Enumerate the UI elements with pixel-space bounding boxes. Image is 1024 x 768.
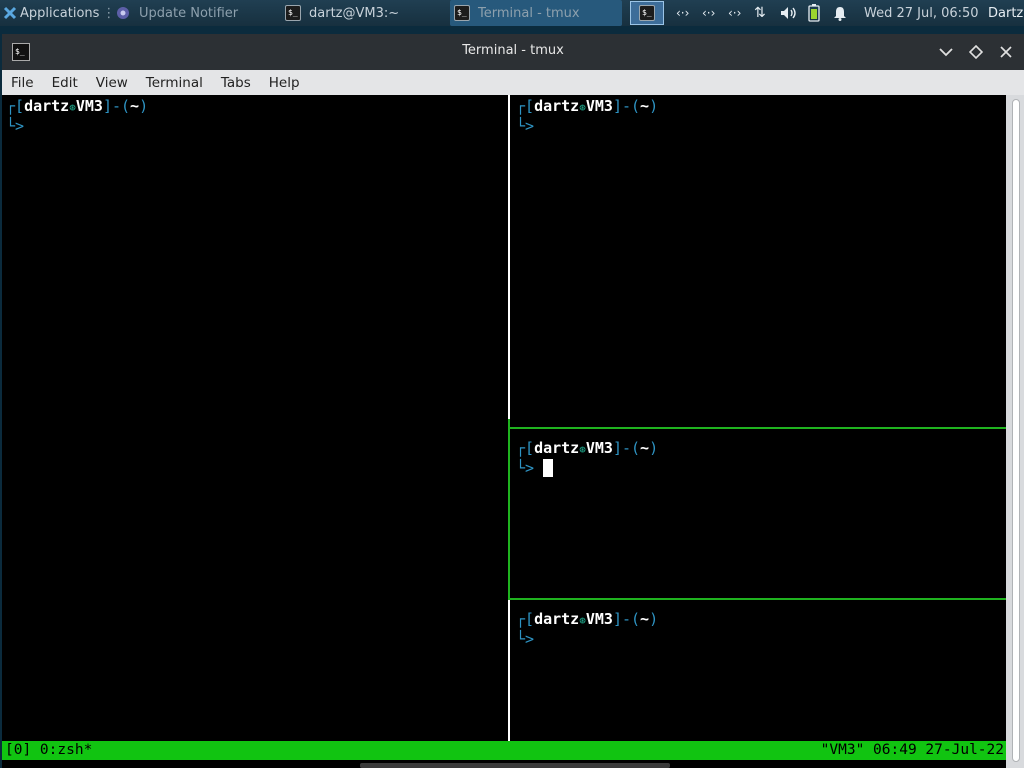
menu-terminal[interactable]: Terminal: [137, 75, 212, 91]
pane-divider-vertical[interactable]: [508, 600, 510, 741]
shell-prompt: ┌[dartz⊛VM3]-(~) └>: [516, 610, 659, 648]
clock[interactable]: Wed 27 Jul, 06:50: [864, 0, 980, 26]
network-icon[interactable]: ‹·›: [728, 0, 748, 26]
task-label: Update Notifier: [139, 5, 239, 21]
tmux-pane-middle-right-active[interactable]: ┌[dartz⊛VM3]-(~) └>: [512, 437, 1006, 597]
update-notifier-icon: [117, 7, 129, 19]
vertical-scrollbar[interactable]: [1006, 95, 1024, 768]
applications-overflow: ⋮: [102, 5, 111, 21]
clock-label: Wed 27 Jul, 06:50: [864, 5, 979, 21]
menu-help[interactable]: Help: [260, 75, 309, 91]
applications-label: Applications: [20, 5, 100, 21]
user-menu[interactable]: Dartz: [988, 0, 1024, 26]
task-update-notifier[interactable]: Update Notifier: [113, 0, 270, 26]
active-pane-border-top[interactable]: [510, 427, 1006, 429]
terminal-window: $_ Terminal - tmux File Edit View Termin…: [2, 34, 1024, 768]
text-cursor: [543, 459, 554, 477]
menu-bar: File Edit View Terminal Tabs Help: [2, 70, 1024, 95]
resize-handle[interactable]: [360, 763, 670, 768]
window-titlebar[interactable]: $_ Terminal - tmux: [2, 34, 1024, 70]
close-button[interactable]: [994, 40, 1018, 64]
minimize-button[interactable]: [934, 40, 958, 64]
applications-menu[interactable]: Applications ⋮: [3, 0, 111, 26]
task-terminal-tmux[interactable]: $_ Terminal - tmux: [450, 0, 622, 26]
terminal-icon: $_: [285, 5, 301, 21]
volume-icon[interactable]: [780, 0, 800, 26]
chevron-down-icon: [939, 48, 953, 57]
terminal-area[interactable]: ┌[dartz⊛VM3]-(~) └> ┌[dartz⊛VM3]-(~) └> …: [2, 95, 1006, 768]
shell-prompt: ┌[dartz⊛VM3]-(~) └>: [516, 97, 659, 135]
active-pane-border-bottom[interactable]: [510, 598, 1006, 600]
tmux-status-bar: [0] 0:zsh* "VM3" 06:49 27-Jul-22: [2, 741, 1006, 760]
task-dartz-terminal[interactable]: $_ dartz@VM3:~: [282, 0, 442, 26]
terminal-icon: $_: [454, 5, 470, 21]
maximize-button[interactable]: [964, 40, 988, 64]
user-label: Dartz: [988, 5, 1024, 21]
window-title: Terminal - tmux: [462, 43, 564, 58]
shell-prompt: ┌[dartz⊛VM3]-(~) └>: [6, 97, 149, 135]
task-label: dartz@VM3:~: [309, 5, 400, 21]
network-icon[interactable]: ‹·›: [676, 0, 696, 26]
close-icon: [1000, 46, 1012, 58]
terminal-icon: $_: [639, 5, 655, 21]
notifications-bell-icon[interactable]: [833, 0, 851, 26]
menu-view[interactable]: View: [87, 75, 137, 91]
menu-file[interactable]: File: [2, 75, 43, 91]
scrollbar-thumb[interactable]: [1012, 99, 1020, 762]
tmux-status-right: "VM3" 06:49 27-Jul-22: [820, 742, 1004, 758]
network-icon[interactable]: ‹·›: [702, 0, 722, 26]
transfer-arrows-icon[interactable]: ⇅: [754, 0, 774, 26]
shell-prompt: ┌[dartz⊛VM3]-(~) └>: [516, 439, 659, 477]
tmux-pane-bottom-right[interactable]: ┌[dartz⊛VM3]-(~) └>: [512, 608, 1006, 741]
tmux-window-list[interactable]: [0] 0:zsh*: [5, 741, 92, 760]
top-panel: Applications ⋮ Update Notifier $_ dartz@…: [0, 0, 1024, 26]
pane-divider-vertical[interactable]: [508, 95, 510, 419]
workspace-switcher[interactable]: $_: [630, 1, 664, 25]
tmux-pane-top-right[interactable]: ┌[dartz⊛VM3]-(~) └>: [512, 95, 1006, 425]
tmux-pane-left[interactable]: ┌[dartz⊛VM3]-(~) └>: [2, 95, 508, 741]
diamond-icon: [969, 45, 983, 59]
menu-edit[interactable]: Edit: [43, 75, 87, 91]
active-pane-border-left[interactable]: [508, 419, 510, 600]
task-label: Terminal - tmux: [478, 5, 580, 21]
xfce-logo-icon: [3, 6, 17, 20]
menu-tabs[interactable]: Tabs: [212, 75, 260, 91]
battery-icon[interactable]: [808, 0, 824, 26]
